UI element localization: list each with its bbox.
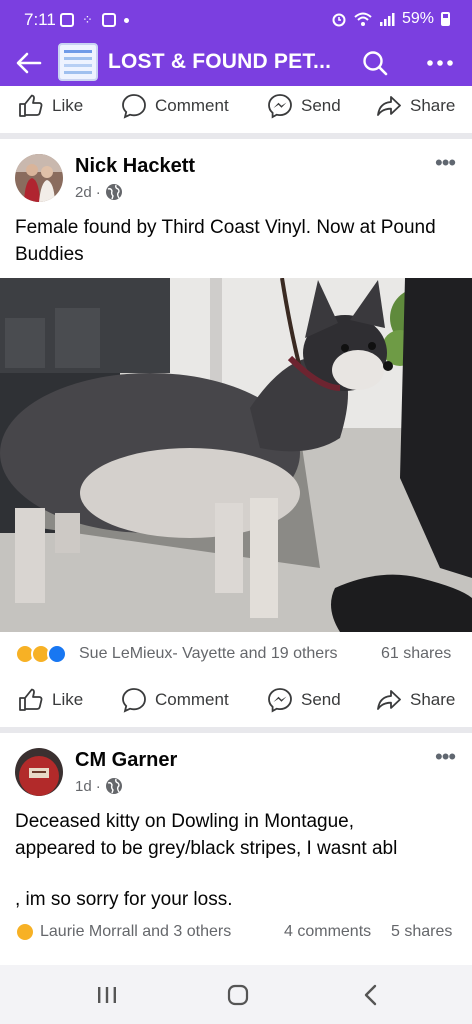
- menu-icon[interactable]: [96, 985, 118, 1005]
- status-bar: 7:11 ⁘ 59%: [0, 0, 472, 40]
- post-divider: [0, 727, 472, 733]
- avatar-photo: [15, 154, 63, 202]
- reaction-icons: [15, 644, 75, 666]
- comments-count[interactable]: 4 comments: [284, 923, 371, 941]
- signal-icon: [379, 13, 395, 26]
- like-icon: [19, 94, 43, 117]
- post-options-icon[interactable]: •••: [435, 150, 456, 176]
- status-time: 7:11: [24, 10, 56, 29]
- post-text-line: Deceased kitty on Dowling in Montague,: [15, 811, 355, 832]
- post-author[interactable]: Nick Hackett: [75, 155, 195, 178]
- comment-label: Comment: [155, 690, 229, 709]
- group-title[interactable]: LOST & FOUND PET...: [108, 50, 331, 74]
- share-label: Share: [410, 690, 456, 709]
- send-button[interactable]: Send: [267, 687, 341, 713]
- back-arrow-icon[interactable]: [14, 48, 44, 78]
- post-text-line: , im so sorry for your loss.: [15, 889, 233, 910]
- post-text-line: appeared to be grey/black stripes, I was…: [15, 838, 398, 859]
- send-label: Send: [301, 96, 341, 115]
- wifi-icon: [354, 12, 372, 26]
- comment-button[interactable]: Comment: [121, 687, 229, 713]
- gallery-icon: [60, 13, 74, 27]
- shares-count[interactable]: 61 shares: [381, 645, 451, 663]
- send-label: Send: [301, 690, 341, 709]
- like-reaction-icon: [47, 644, 67, 664]
- notification-icons: ⁘: [60, 12, 129, 28]
- like-button[interactable]: Like: [18, 688, 83, 712]
- shares-count[interactable]: 5 shares: [391, 923, 452, 941]
- reactions-text[interactable]: Laurie Morrall and 3 others: [40, 923, 231, 941]
- dots-icon: ⁘: [82, 12, 94, 27]
- like-label: Like: [52, 690, 84, 709]
- share-icon: [377, 690, 401, 710]
- send-icon: [268, 688, 292, 713]
- post-meta: 2d ·: [75, 183, 123, 201]
- like-label: Like: [52, 96, 84, 115]
- battery-percent: 59%: [401, 10, 434, 27]
- home-icon[interactable]: [226, 984, 250, 1006]
- comment-icon: [122, 688, 146, 713]
- app-icon: [101, 13, 116, 27]
- comment-label: Comment: [155, 96, 229, 115]
- avatar[interactable]: [15, 154, 63, 202]
- group-header: LOST & FOUND PET...: [0, 40, 472, 86]
- share-button[interactable]: Share: [376, 94, 455, 118]
- system-icons: 59%: [331, 10, 450, 28]
- back-icon[interactable]: [362, 984, 380, 1006]
- send-button[interactable]: Send: [267, 93, 341, 119]
- send-icon: [268, 94, 292, 119]
- globe-icon: [105, 184, 122, 200]
- group-thumbnail[interactable]: [58, 43, 98, 81]
- comment-button[interactable]: Comment: [121, 93, 229, 119]
- avatar[interactable]: [15, 748, 63, 796]
- search-icon[interactable]: [360, 48, 390, 78]
- sad-reaction-icon: [15, 922, 35, 942]
- avatar-photo: [15, 748, 63, 796]
- post-time[interactable]: 2d: [75, 184, 92, 201]
- post-options-icon[interactable]: •••: [435, 744, 456, 770]
- post-divider: [0, 133, 472, 139]
- reactions-summary[interactable]: Laurie Morrall and 3 others 4 comments 5…: [0, 919, 472, 945]
- post-meta: 1d ·: [75, 777, 123, 795]
- like-button[interactable]: Like: [18, 94, 83, 118]
- post-text: Female found by Third Coast Vinyl. Now a…: [15, 217, 436, 265]
- share-icon: [377, 96, 401, 116]
- prev-post-actions: Like Comment Send Share: [0, 86, 472, 126]
- post-photo[interactable]: [0, 278, 472, 632]
- more-icon[interactable]: [424, 48, 456, 78]
- alarm-icon: [332, 13, 346, 27]
- dot-icon: [123, 17, 129, 23]
- like-icon: [19, 688, 43, 711]
- share-label: Share: [410, 96, 456, 115]
- reactions-summary[interactable]: Sue LeMieux- Vayette and 19 others 61 sh…: [0, 641, 472, 667]
- post1-actions: Like Comment Send Share: [0, 680, 472, 720]
- post-time[interactable]: 1d: [75, 778, 92, 795]
- globe-icon: [105, 778, 122, 794]
- post-author[interactable]: CM Garner: [75, 749, 177, 772]
- reactions-text[interactable]: Sue LeMieux- Vayette and 19 others: [79, 645, 338, 663]
- system-nav-bar: [0, 965, 472, 1024]
- battery-icon: [441, 12, 450, 26]
- share-button[interactable]: Share: [376, 688, 455, 712]
- comment-icon: [122, 94, 146, 119]
- husky-dog-image: [0, 278, 472, 632]
- post-text: Deceased kitty on Dowling in Montague, a…: [15, 808, 465, 862]
